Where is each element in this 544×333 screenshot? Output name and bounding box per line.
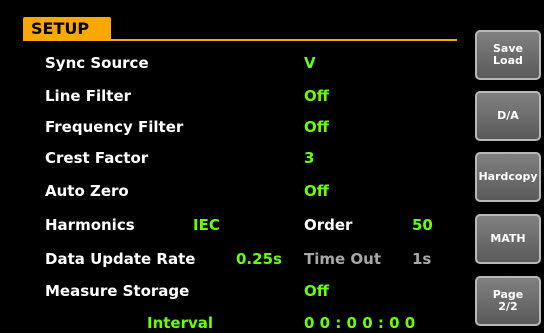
math-softkey-label: MATH [490, 232, 526, 245]
sync-source-value[interactable]: V [304, 54, 316, 72]
interval-value[interactable]: 0 0 : 0 0 : 0 0 [304, 314, 415, 332]
measure-storage-label: Measure Storage [45, 282, 190, 300]
save-load-softkey[interactable]: Save Load [475, 30, 541, 80]
harmonics-value[interactable]: IEC [193, 216, 220, 234]
order-label: Order [304, 216, 353, 234]
crest-factor-value[interactable]: 3 [304, 149, 314, 167]
hardcopy-softkey[interactable]: Hardcopy [475, 152, 541, 202]
setup-title-tab: SETUP [23, 17, 111, 40]
harmonics-label: Harmonics [45, 216, 135, 234]
data-update-rate-value[interactable]: 0.25s [236, 250, 282, 268]
timeout-label: Time Out [304, 250, 381, 268]
page-softkey[interactable]: Page 2/2 [475, 276, 541, 326]
order-value[interactable]: 50 [412, 216, 433, 234]
sync-source-label: Sync Source [45, 54, 149, 72]
save-load-softkey-label: Save Load [493, 42, 523, 67]
math-softkey[interactable]: MATH [475, 214, 541, 264]
frequency-filter-label: Frequency Filter [45, 118, 184, 136]
title-underline [23, 39, 457, 41]
auto-zero-value[interactable]: Off [304, 182, 329, 200]
crest-factor-label: Crest Factor [45, 149, 149, 167]
frequency-filter-value[interactable]: Off [304, 118, 329, 136]
page-softkey-label: Page 2/2 [492, 288, 524, 313]
interval-label: Interval [147, 314, 214, 332]
line-filter-label: Line Filter [45, 87, 132, 105]
data-update-rate-label: Data Update Rate [45, 250, 196, 268]
hardcopy-softkey-label: Hardcopy [478, 170, 538, 183]
da-softkey[interactable]: D/A [475, 91, 541, 141]
da-softkey-label: D/A [497, 109, 519, 122]
line-filter-value[interactable]: Off [304, 87, 329, 105]
timeout-value: 1s [412, 250, 432, 268]
auto-zero-label: Auto Zero [45, 182, 129, 200]
measure-storage-value[interactable]: Off [304, 282, 329, 300]
